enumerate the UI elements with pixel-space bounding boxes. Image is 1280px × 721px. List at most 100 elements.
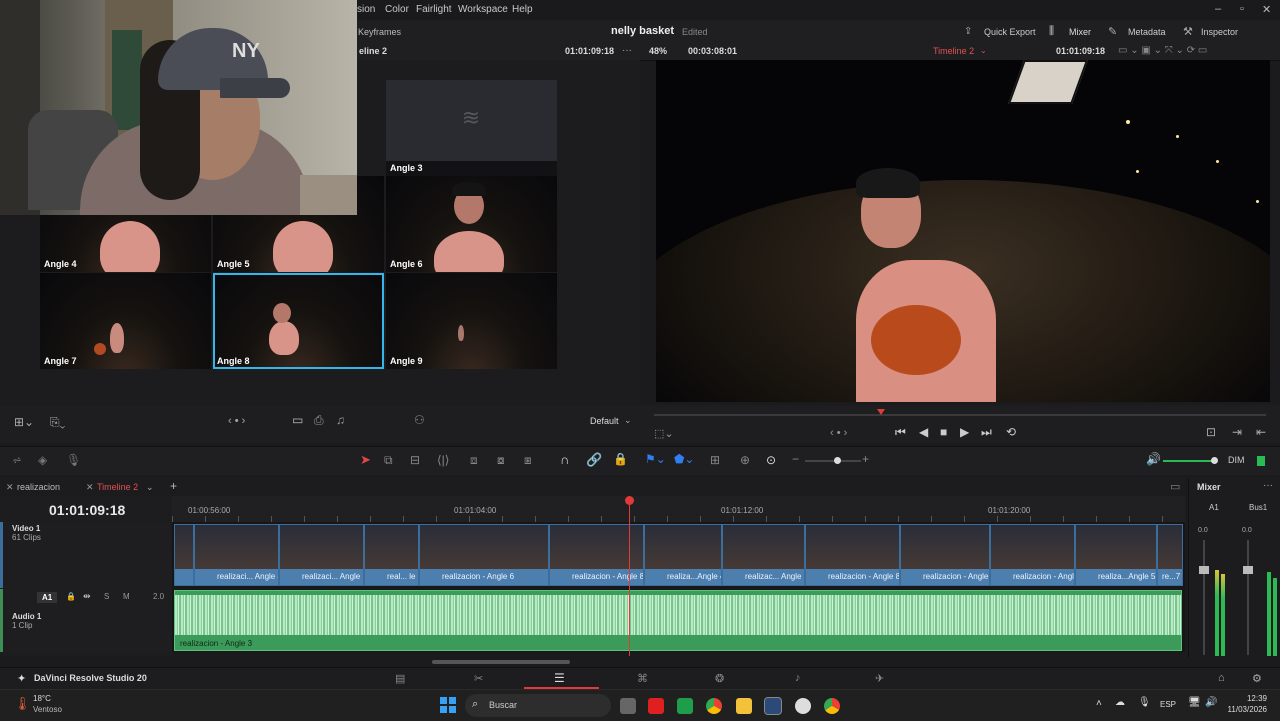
close-icon[interactable]: ✕ (1262, 3, 1271, 16)
timeline-clip[interactable] (174, 524, 194, 586)
timeline-view-icon[interactable]: ⩫ (12, 453, 22, 467)
audio-clip[interactable]: realizacion - Angle 3 (174, 590, 1182, 651)
insert-clip-icon[interactable]: ⧈ (470, 453, 478, 468)
speaker-tray-icon[interactable]: 🔊 (1205, 697, 1217, 708)
fader-bus1[interactable] (1247, 540, 1249, 655)
windows-start-icon[interactable] (440, 697, 456, 713)
timeline-clip[interactable]: realiza...Angle 5 (1075, 524, 1157, 586)
audio-track-header[interactable]: A1 🔒 ⇹ S M 2.0 Audio 1 1 Clip (0, 589, 172, 652)
playhead-marker[interactable] (877, 409, 885, 415)
maximize-icon[interactable]: ▫ (1240, 3, 1244, 15)
audio-track-badge[interactable]: A1 (37, 592, 58, 603)
display-tray-icon[interactable]: 🖥 (1188, 697, 1201, 708)
mic-icon[interactable]: 🎙 (66, 453, 81, 467)
weather-icon[interactable]: 🌡 (14, 696, 31, 712)
edit-page-icon[interactable]: ☰ (554, 671, 565, 685)
timeline-clip[interactable]: realizacion - Angle 6 (419, 524, 549, 586)
chevron-down-icon[interactable]: ⌄ (146, 482, 154, 493)
solo-button[interactable]: S (104, 592, 109, 601)
color-page-icon[interactable]: ❂ (715, 672, 724, 685)
timeline-clip[interactable]: realizaci... Angle 5 (279, 524, 364, 586)
file-explorer-icon[interactable] (736, 698, 752, 714)
go-to-start-icon[interactable]: ⏮ (895, 425, 906, 440)
timeline-options-icon[interactable]: ▭ (1170, 480, 1180, 493)
multicam-view-icon[interactable]: ⊞⌄ (14, 415, 34, 429)
replace-clip-icon[interactable]: ⧆ (524, 453, 532, 468)
angle-7-tile[interactable]: Angle 7 (40, 273, 211, 369)
angle-9-tile[interactable]: Angle 9 (386, 273, 557, 369)
clock-date[interactable]: 11/03/2026 (1223, 705, 1267, 714)
marker-icon[interactable]: ⬟⌄ (674, 452, 694, 466)
sync-icon[interactable]: ⚇ (414, 413, 425, 427)
fusion-page-icon[interactable]: ⌘ (637, 672, 648, 685)
youtube-icon[interactable] (648, 698, 664, 714)
audio-only-icon[interactable]: ♫ (336, 413, 345, 427)
task-view-icon[interactable] (620, 698, 636, 714)
playhead-handle[interactable] (625, 496, 634, 505)
keyframes-button[interactable]: Keyframes (358, 27, 401, 37)
dim-button[interactable]: DIM (1228, 455, 1245, 465)
angle-6-tile[interactable]: Angle 6 (386, 176, 557, 272)
timeline-clip[interactable]: realiza...Angle 4 (644, 524, 722, 586)
selection-tool-icon[interactable]: ➤ (360, 452, 371, 468)
more-options-icon[interactable]: ··· (622, 45, 632, 56)
video-only-icon[interactable]: ▭ (292, 413, 303, 427)
media-page-icon[interactable]: ▤ (395, 672, 405, 685)
zoom-slider-handle[interactable] (834, 457, 841, 464)
chrome-icon[interactable] (706, 698, 722, 714)
timeline-clip[interactable]: realizaci... Angle 4 (194, 524, 279, 586)
go-to-end-icon[interactable]: ⏭ (981, 425, 992, 440)
snapping-icon[interactable]: ∩ (560, 452, 569, 467)
add-tab-icon[interactable]: + (170, 479, 177, 493)
timeline-clip[interactable]: realizacion - Angle 9 (990, 524, 1075, 586)
angle-8-tile[interactable]: Angle 8 (213, 273, 384, 369)
tab-timeline-2[interactable]: Timeline 2 (97, 482, 138, 492)
minimize-icon[interactable]: – (1215, 3, 1221, 15)
play-icon[interactable]: ▶ (960, 425, 969, 439)
scrubber-track[interactable] (654, 414, 1266, 416)
chrome-profile-icon[interactable] (824, 698, 840, 714)
page-nav-icon[interactable]: ‹ • › (228, 415, 245, 427)
match-frame-icon[interactable]: ⊡ (1206, 425, 1216, 439)
timeline-selector[interactable]: Timeline 2 (933, 46, 974, 56)
zoom-custom-icon[interactable]: ⊙ (766, 453, 776, 467)
tab-realizacion[interactable]: realizacion (17, 482, 60, 492)
zoom-level[interactable]: 48% (649, 46, 667, 56)
zoom-slider[interactable] (805, 460, 861, 462)
close-tab-icon[interactable]: ✕ (6, 482, 14, 493)
volume-slider-handle[interactable] (1211, 457, 1218, 464)
angle-3-tile[interactable]: ≋ Angle 3 (386, 80, 557, 176)
dynamic-trim-icon[interactable]: ⊟ (410, 453, 420, 467)
settings-icon[interactable]: ⚙ (1252, 672, 1262, 685)
view-mode-select[interactable]: Default (590, 416, 619, 426)
mic-tray-icon[interactable]: 🎙 (1138, 697, 1151, 708)
language-indicator[interactable]: ESP (1160, 700, 1176, 709)
timeline-scrollbar[interactable] (432, 660, 570, 664)
fairlight-page-icon[interactable]: ♪ (795, 672, 801, 684)
volume-slider[interactable] (1163, 460, 1215, 462)
obs-icon[interactable] (795, 698, 811, 714)
zoom-out-icon[interactable]: − (792, 452, 799, 466)
fader-bus1-handle[interactable] (1243, 566, 1253, 574)
clock-time[interactable]: 12:39 (1223, 694, 1267, 703)
loop-icon[interactable]: ⟲ (1006, 425, 1016, 439)
metadata-button[interactable]: Metadata (1128, 27, 1166, 37)
lock-icon[interactable]: 🔒 (66, 592, 76, 601)
link-icon[interactable]: 🔗 (586, 452, 602, 468)
viewer-options-icon[interactable]: ▭ ⌄ ▣ ⌄ ⤧ ⌄ ⟳ ▭ (1118, 45, 1207, 56)
overlay-icon[interactable]: ⎘⌄ (50, 415, 65, 430)
viewer-nav-icon[interactable]: ‹ • › (830, 427, 847, 439)
timeline-clip[interactable]: realizac... Angle 7 (722, 524, 805, 586)
zoom-detail-icon[interactable]: ⊕ (740, 453, 750, 467)
menu-item-fairlight[interactable]: Fairlight (416, 4, 452, 15)
timeline-ruler[interactable]: 01:00:56:00 01:01:04:00 01:01:12:00 01:0… (172, 496, 1185, 522)
inspector-button[interactable]: Inspector (1201, 27, 1238, 37)
mixer-button[interactable]: Mixer (1069, 27, 1091, 37)
zoom-in-icon[interactable]: + (862, 452, 869, 466)
timeline-clip[interactable]: realizacion - Angle 4 (900, 524, 990, 586)
deliver-page-icon[interactable]: ✈ (875, 672, 884, 685)
timeline-clip[interactable]: real... le 7 (364, 524, 419, 586)
davinci-taskbar-icon[interactable] (764, 697, 782, 715)
play-reverse-icon[interactable]: ◀ (919, 425, 928, 439)
volume-icon[interactable]: 🔊 (1146, 452, 1161, 466)
